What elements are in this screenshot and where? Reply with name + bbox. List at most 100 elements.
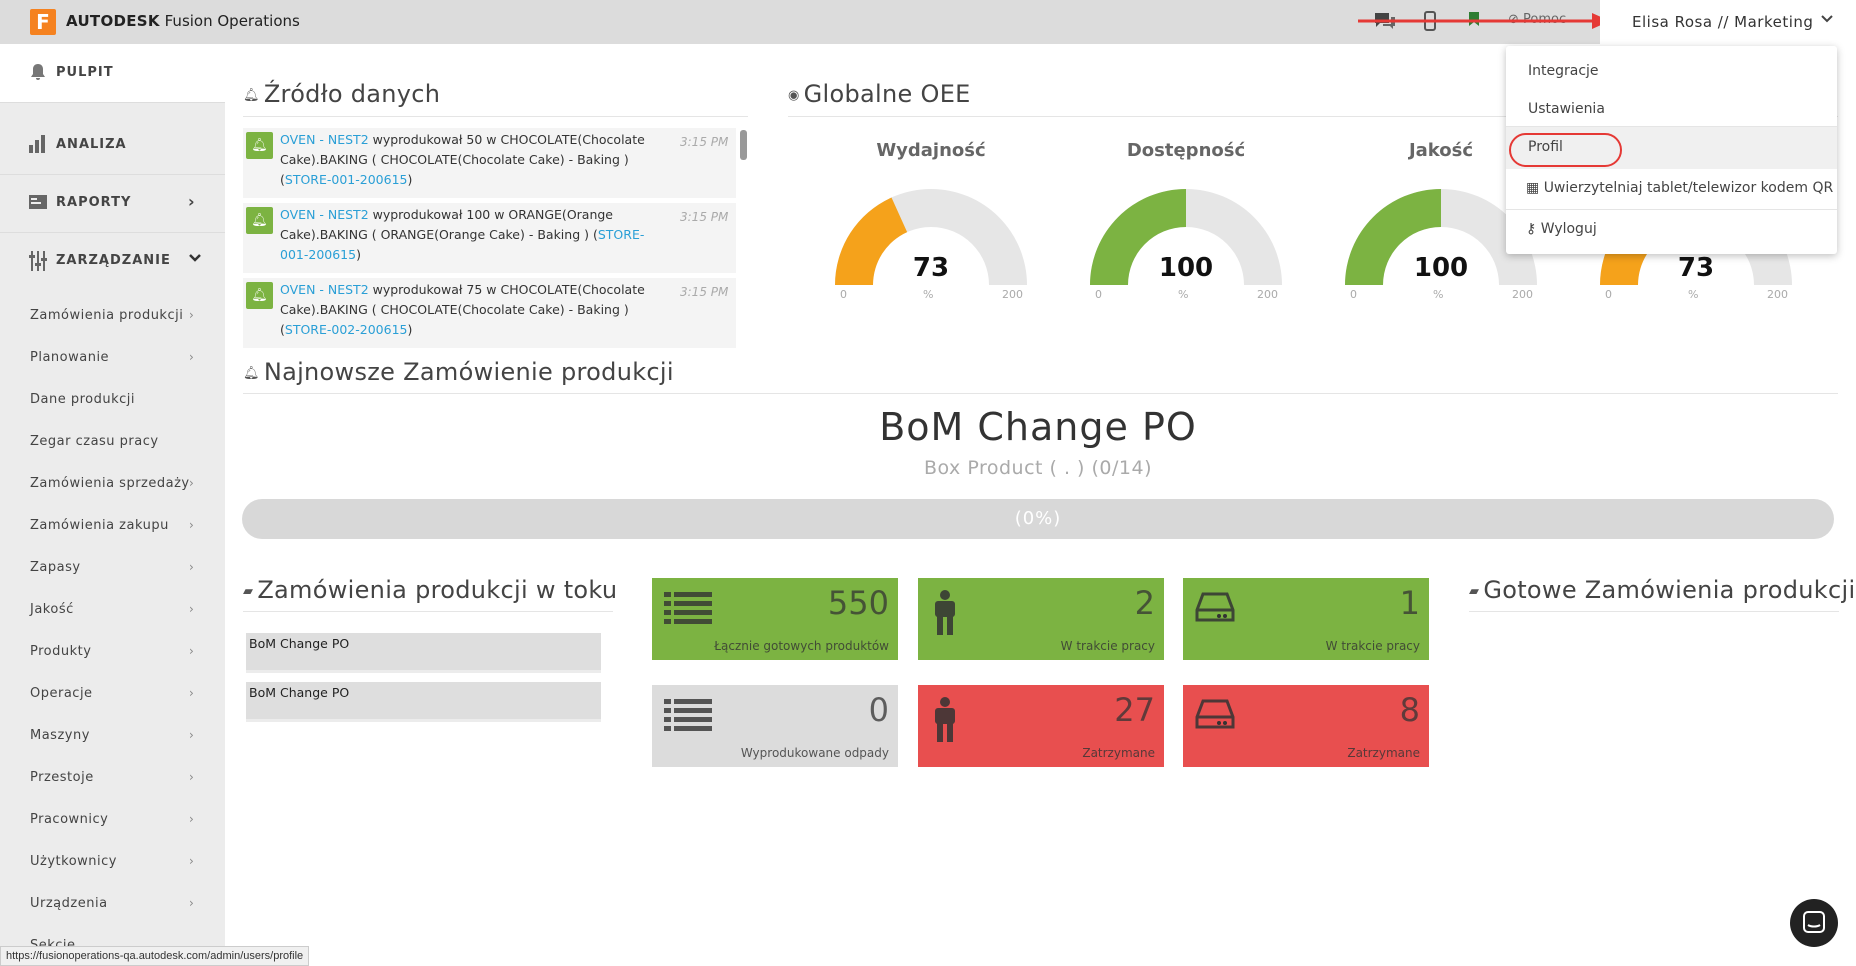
gauge-min: 0 bbox=[1095, 288, 1102, 301]
annotation-arrow bbox=[1358, 13, 1610, 29]
menu-item-ustawienia[interactable]: Ustawienia bbox=[1506, 91, 1837, 129]
chevron-right-icon: › bbox=[189, 308, 195, 322]
sidebar-subitem[interactable]: Planowanie › bbox=[0, 338, 225, 378]
gauge-max: 200 bbox=[1767, 288, 1788, 301]
latest-title: Najnowsze Zamówienie produkcji bbox=[263, 358, 674, 386]
oee-heading: ◉ Globalne OEE bbox=[788, 80, 971, 108]
list-icon bbox=[664, 590, 712, 630]
sidebar-subitem-label: Maszyny bbox=[30, 728, 90, 743]
source-heading: 🔔︎ Źródło danych bbox=[243, 80, 440, 108]
gauge-value: 100 bbox=[1413, 253, 1469, 283]
chevron-right-icon: › bbox=[189, 728, 195, 742]
chat-bubble-icon bbox=[1803, 911, 1825, 933]
wip-item[interactable]: BoM Change PO bbox=[246, 633, 601, 673]
stat-caption: Łącznie gotowych produktów bbox=[714, 639, 889, 653]
sidebar-subitem[interactable]: Maszyny › bbox=[0, 716, 225, 756]
stat-tile[interactable]: 27 Zatrzymane bbox=[918, 685, 1164, 767]
bar-chart-icon bbox=[28, 134, 50, 156]
bell-icon: 🔔︎ bbox=[246, 282, 273, 309]
gauge-value: 100 bbox=[1158, 253, 1214, 283]
stat-tile[interactable]: 550 Łącznie gotowych produktów bbox=[652, 578, 898, 660]
sidebar-subitem[interactable]: Urządzenia › bbox=[0, 884, 225, 924]
sidebar-subitem[interactable]: Użytkownicy › bbox=[0, 842, 225, 882]
sidebar-item-raporty[interactable]: RAPORTY › bbox=[0, 174, 225, 232]
feed-item: 🔔︎ OVEN - NEST2 wyprodukował 50 w CHOCOL… bbox=[243, 128, 736, 198]
app-logo[interactable]: F bbox=[30, 9, 56, 35]
sidebar-subitem[interactable]: Zamówienia zakupu › bbox=[0, 506, 225, 546]
sidebar-item-label: PULPIT bbox=[56, 65, 114, 80]
sidebar-subitem[interactable]: Zamówienia produkcji › bbox=[0, 296, 225, 336]
menu-item-integracje[interactable]: Integracje bbox=[1506, 53, 1837, 91]
sidebar-item-analiza[interactable]: ANALIZA bbox=[0, 116, 225, 174]
sidebar-subitem[interactable]: Przestoje › bbox=[0, 758, 225, 798]
sidebar-subitem[interactable]: Zapasy › bbox=[0, 548, 225, 588]
sidebar-subitem[interactable]: Jakość › bbox=[0, 590, 225, 630]
sidebar-item-zarzadzanie[interactable]: ZARZĄDZANIE bbox=[0, 232, 225, 290]
gauge-unit: % bbox=[1178, 288, 1189, 301]
store-link[interactable]: STORE-002-200615 bbox=[285, 322, 408, 337]
menu-item-label: Wyloguj bbox=[1540, 221, 1597, 237]
chevron-right-icon: › bbox=[188, 192, 196, 211]
sliders-icon bbox=[28, 250, 50, 272]
wip-item[interactable]: BoM Change PO bbox=[246, 682, 601, 722]
sidebar-subitem-label: Pracownicy bbox=[30, 812, 109, 827]
gauge-max: 200 bbox=[1257, 288, 1278, 301]
machine-link[interactable]: OVEN - NEST2 bbox=[280, 132, 369, 147]
brand-product: Fusion Operations bbox=[164, 12, 300, 30]
folder-icon: ▰ bbox=[1469, 583, 1480, 599]
stat-tile[interactable]: 2 W trakcie pracy bbox=[918, 578, 1164, 660]
oee-gauge: Wydajność 73 0% 200 bbox=[826, 140, 1036, 310]
gauge-value: 73 bbox=[912, 253, 950, 283]
brand-name[interactable]: AUTODESK Fusion Operations bbox=[66, 12, 300, 30]
key-icon: ⚷ bbox=[1526, 221, 1541, 237]
menu-item-qr-auth[interactable]: ▦ Uwierzytelniaj tablet/telewizor kodem … bbox=[1506, 170, 1837, 208]
sidebar: PULPIT ANALIZA RAPORTY › ZARZĄDZANIE Zam… bbox=[0, 44, 225, 966]
sidebar-item-pulpit[interactable]: PULPIT bbox=[0, 44, 225, 102]
sidebar-subitem-label: Urządzenia bbox=[30, 896, 108, 911]
sidebar-subitem-label: Zamówienia produkcji bbox=[30, 308, 184, 323]
stat-tile[interactable]: 0 Wyprodukowane odpady bbox=[652, 685, 898, 767]
sidebar-subitem-label: Zamówienia zakupu bbox=[30, 518, 169, 533]
chevron-right-icon: › bbox=[189, 518, 195, 532]
feed-time: 3:15 PM bbox=[680, 285, 729, 299]
sidebar-subitem[interactable]: Operacje › bbox=[0, 674, 225, 714]
stat-value: 0 bbox=[868, 691, 889, 729]
store-link[interactable]: STORE-001-200615 bbox=[285, 172, 408, 187]
stat-tile[interactable]: 1 W trakcie pracy bbox=[1183, 578, 1429, 660]
menu-item-wyloguj[interactable]: ⚷ Wyloguj bbox=[1506, 211, 1837, 249]
gauge-value: 73 bbox=[1677, 253, 1715, 283]
sidebar-subitem-label: Użytkownicy bbox=[30, 854, 117, 869]
chevron-right-icon: › bbox=[189, 770, 195, 784]
stat-caption: Wyprodukowane odpady bbox=[740, 746, 889, 760]
machine-link[interactable]: OVEN - NEST2 bbox=[280, 207, 369, 222]
wip-item-label: BoM Change PO bbox=[249, 636, 350, 651]
feed-text: OVEN - NEST2 wyprodukował 75 w CHOCOLATE… bbox=[280, 280, 670, 340]
sidebar-item-label: ANALIZA bbox=[56, 137, 127, 152]
stat-tile[interactable]: 8 Zatrzymane bbox=[1183, 685, 1429, 767]
gauge-min: 0 bbox=[1350, 288, 1357, 301]
oee-title: Globalne OEE bbox=[803, 80, 971, 108]
sidebar-subitem-label: Produkty bbox=[30, 644, 92, 659]
wip-title: Zamówienia produkcji w toku bbox=[257, 576, 618, 604]
po-title[interactable]: BoM Change PO bbox=[0, 405, 1856, 449]
menu-item-label: Ustawienia bbox=[1528, 101, 1605, 117]
chevron-right-icon: › bbox=[189, 812, 195, 826]
sidebar-subitem[interactable]: Produkty › bbox=[0, 632, 225, 672]
divider bbox=[243, 116, 748, 117]
stat-caption: W trakcie pracy bbox=[1325, 639, 1420, 653]
bell-icon: 🔔︎ bbox=[246, 132, 273, 159]
feed-scrollbar[interactable] bbox=[740, 130, 747, 160]
support-chat-button[interactable] bbox=[1790, 899, 1838, 947]
oee-gauge: Dostępność 100 0% 200 bbox=[1081, 140, 1291, 310]
menu-item-label: Uwierzytelniaj tablet/telewizor kodem QR bbox=[1543, 180, 1834, 196]
stat-caption: W trakcie pracy bbox=[1060, 639, 1155, 653]
stat-value: 1 bbox=[1399, 584, 1420, 622]
gauge-max: 200 bbox=[1512, 288, 1533, 301]
sidebar-subitem[interactable]: Pracownicy › bbox=[0, 800, 225, 840]
divider bbox=[1506, 209, 1837, 210]
user-menu-toggle[interactable]: Elisa Rosa // Marketing bbox=[1600, 0, 1856, 44]
chevron-down-icon bbox=[188, 250, 202, 269]
qr-icon: ▦ bbox=[1526, 180, 1544, 196]
divider bbox=[0, 102, 225, 103]
machine-link[interactable]: OVEN - NEST2 bbox=[280, 282, 369, 297]
